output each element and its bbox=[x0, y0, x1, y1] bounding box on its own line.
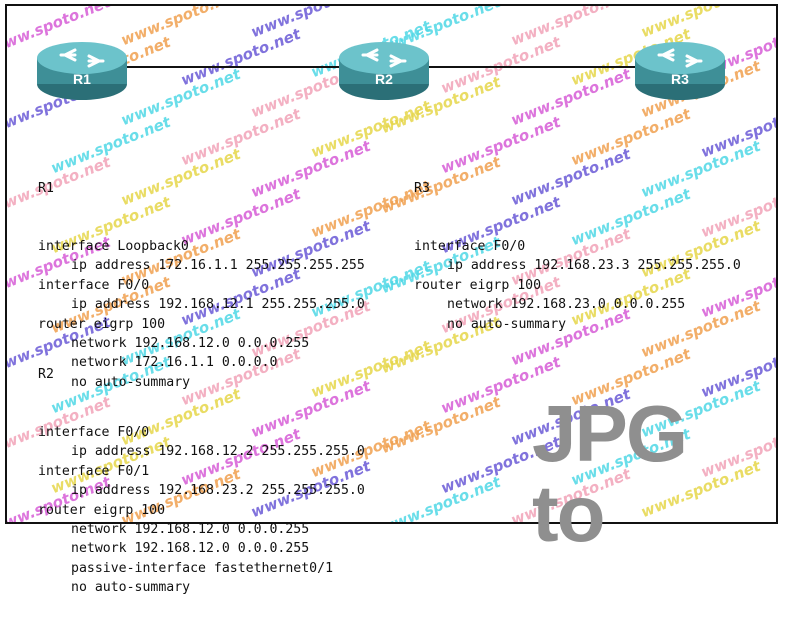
config-title: R3 bbox=[414, 180, 430, 196]
config-line: network 192.168.12.0 0.0.0.255 bbox=[71, 541, 310, 557]
watermark-text: www.spoto.net bbox=[508, 64, 634, 130]
watermark-text: www.spoto.net bbox=[378, 392, 504, 458]
config-lines: interface F0/0 ip address 192.168.12.2 25… bbox=[38, 423, 365, 598]
config-line: interface F0/0 bbox=[38, 425, 150, 441]
diagram-frame: www.spoto.net www.spoto.net www.spoto.net w… bbox=[5, 4, 778, 595]
config-title: R1 bbox=[38, 180, 54, 196]
watermark-text: www.spoto.net bbox=[378, 472, 504, 522]
router-label: R3 bbox=[671, 71, 689, 87]
router-r1: R1 bbox=[35, 40, 129, 102]
config-line: interface F0/0 bbox=[414, 239, 526, 255]
config-line: ip address 192.168.12.1 255.255.255.0 bbox=[71, 297, 365, 313]
watermark-text: www.spoto.net bbox=[118, 64, 244, 130]
config-line: router eigrp 100 bbox=[414, 277, 542, 293]
config-lines: interface F0/0 ip address 192.168.23.3 25… bbox=[414, 237, 741, 334]
config-line: interface Loopback0 bbox=[38, 239, 189, 255]
config-line: ip address 192.168.12.2 255.255.255.0 bbox=[71, 444, 365, 460]
router-label: R1 bbox=[73, 71, 91, 87]
config-line: router eigrp 100 bbox=[38, 502, 166, 518]
config-line: passive-interface fastethernet0/1 bbox=[71, 560, 334, 576]
config-title: R2 bbox=[38, 366, 54, 382]
link-r1-r2 bbox=[117, 66, 367, 68]
config-r2: R2 interface F0/0 ip address 192.168.12.2… bbox=[38, 326, 365, 636]
router-r2: R2 bbox=[337, 40, 431, 102]
router-r3: R3 bbox=[633, 40, 727, 102]
watermark-text: www.spoto.net bbox=[508, 6, 634, 50]
config-line: ip address 192.168.23.2 255.255.255.0 bbox=[71, 483, 365, 499]
config-line: ip address 172.16.1.1 255.255.255.255 bbox=[71, 258, 365, 274]
router-label: R2 bbox=[375, 71, 393, 87]
link-r2-r3 bbox=[417, 66, 667, 68]
config-line: ip address 192.168.23.3 255.255.255.0 bbox=[447, 258, 741, 274]
jpg-to-badge: JPG to bbox=[532, 389, 688, 558]
watermark-text: www.spoto.net bbox=[638, 6, 764, 42]
watermark-text: www.spoto.net bbox=[248, 6, 374, 42]
config-line: no auto-summary bbox=[71, 580, 191, 596]
config-line: no auto-summary bbox=[447, 316, 567, 332]
config-line: interface F0/0 bbox=[38, 277, 150, 293]
watermark-text: www.spoto.net bbox=[178, 24, 304, 90]
config-line: network 192.168.23.0 0.0.0.255 bbox=[447, 297, 686, 313]
watermark-text: www.spoto.net bbox=[438, 32, 564, 98]
config-r3: R3 interface F0/0 ip address 192.168.23.3… bbox=[414, 140, 741, 373]
config-line: network 192.168.12.0 0.0.0.255 bbox=[71, 521, 310, 537]
config-line: interface F0/1 bbox=[38, 463, 150, 479]
watermark-text: www.spoto.net bbox=[118, 6, 244, 50]
